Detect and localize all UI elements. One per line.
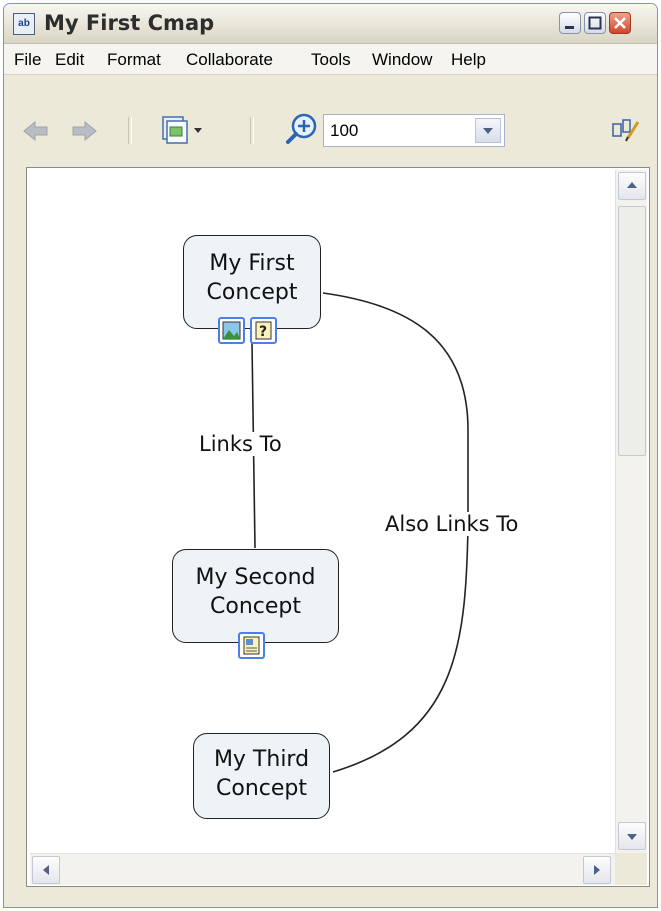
- concept-my-first-concept[interactable]: My First Concept: [183, 235, 321, 329]
- concept-label: Concept: [216, 776, 307, 801]
- chevron-up-icon: [627, 182, 637, 188]
- scroll-up-button[interactable]: [618, 172, 646, 200]
- chevron-right-icon: [594, 865, 600, 875]
- horizontal-scrollbar[interactable]: [30, 853, 615, 885]
- concept-label: My First: [209, 251, 295, 276]
- image-resource-icon[interactable]: [218, 317, 245, 344]
- connection-lines: [251, 292, 469, 773]
- svg-text:?: ?: [259, 324, 267, 340]
- link-phrase-links-to[interactable]: Links To: [197, 432, 284, 456]
- concept-label: My Third: [213, 747, 310, 772]
- scroll-right-button[interactable]: [583, 856, 611, 884]
- chevron-left-icon: [43, 865, 49, 875]
- scroll-left-button[interactable]: [32, 856, 60, 884]
- vertical-scroll-thumb[interactable]: [618, 206, 646, 456]
- concept-label: My Second: [195, 565, 316, 590]
- vertical-scrollbar[interactable]: [615, 170, 647, 853]
- concept-label: Concept: [210, 594, 301, 619]
- concept-my-third-concept[interactable]: My Third Concept: [193, 733, 330, 819]
- concept-my-second-concept[interactable]: My Second Concept: [172, 549, 339, 643]
- help-resource-icon[interactable]: ?: [250, 317, 277, 344]
- concept-label: Concept: [206, 280, 298, 305]
- link-phrase-also-links-to[interactable]: Also Links To: [383, 512, 521, 536]
- chevron-down-icon: [627, 834, 637, 840]
- scrollbar-corner: [615, 853, 647, 885]
- scroll-down-button[interactable]: [618, 822, 646, 850]
- document-resource-icon[interactable]: [238, 632, 265, 659]
